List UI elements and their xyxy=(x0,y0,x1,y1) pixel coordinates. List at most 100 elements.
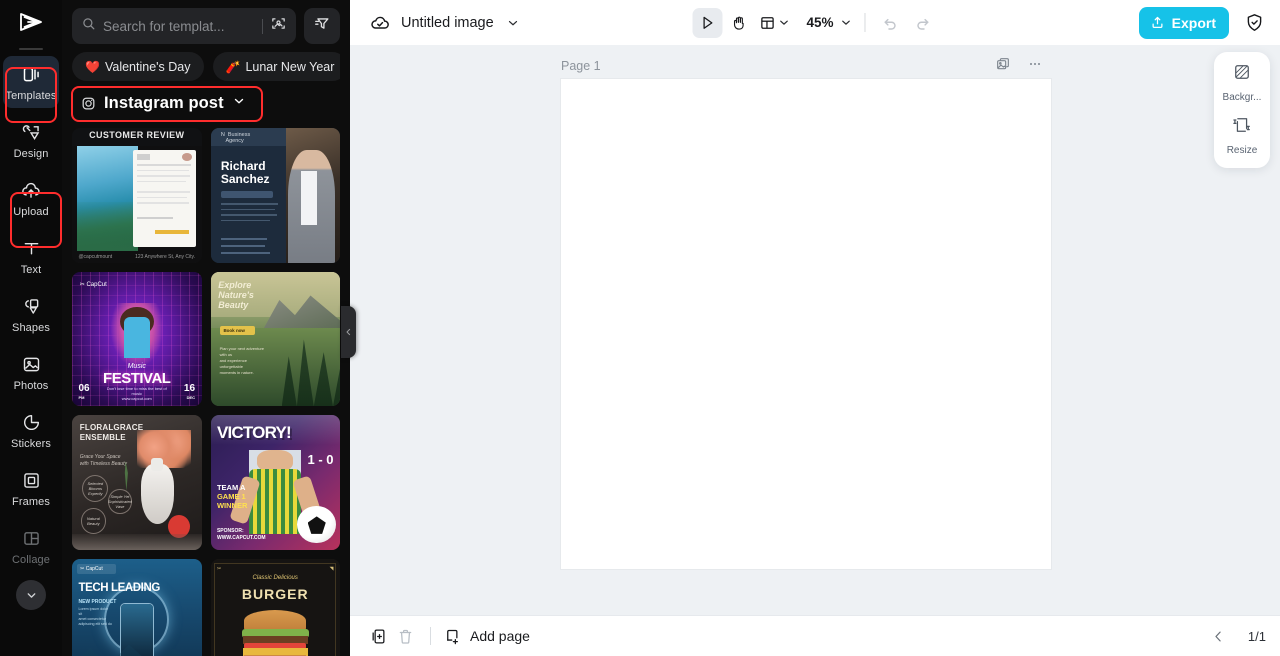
document-menu-button[interactable] xyxy=(504,14,522,32)
design-icon xyxy=(20,121,42,143)
category-chips: ❤️ Valentine's Day 🧨 Lunar New Year xyxy=(72,52,340,81)
redo-button[interactable] xyxy=(908,8,938,38)
hand-tool-button[interactable] xyxy=(724,8,754,38)
add-page-button[interactable]: Add page xyxy=(443,627,530,646)
export-button[interactable]: Export xyxy=(1138,6,1229,39)
category-dropdown[interactable]: Instagram post xyxy=(74,90,254,117)
capcut-logo-icon[interactable] xyxy=(0,0,62,44)
page-canvas[interactable] xyxy=(561,79,1051,569)
sidebar-item-collage[interactable]: Collage xyxy=(3,520,59,572)
instagram-icon xyxy=(80,96,96,112)
duplicate-page-button-bottom[interactable] xyxy=(366,623,392,649)
sidebar-item-photos[interactable]: Photos xyxy=(3,346,59,398)
sidebar-item-shapes[interactable]: Shapes xyxy=(3,288,59,340)
page-tools xyxy=(994,55,1044,73)
sidebar-item-design[interactable]: Design xyxy=(3,114,59,166)
duplicate-icon xyxy=(997,58,1009,70)
more-horizontal-icon xyxy=(1030,63,1040,65)
chevron-left-icon xyxy=(1215,631,1222,641)
sidebar-collapse-button[interactable] xyxy=(16,580,46,610)
dock-item-label: Resize xyxy=(1226,145,1258,156)
firecracker-icon: 🧨 xyxy=(225,59,241,74)
chevron-down-icon xyxy=(27,592,35,598)
template-card-tech-leading[interactable]: ✂ CapCut TECH LEADING NEW PRODUCT Lorem … xyxy=(72,559,202,656)
top-toolbar: Untitled image 45% Export xyxy=(350,0,1280,45)
sidebar-item-label: Design xyxy=(13,148,49,160)
add-page-icon xyxy=(447,629,458,644)
toolbar-divider xyxy=(864,13,866,32)
heart-icon: ❤️ xyxy=(85,59,100,74)
chevron-down-icon xyxy=(842,20,850,25)
template-card-music-festival[interactable]: ✂ CapCut Music FESTIVAL 06 PM 16 DEC Don't… xyxy=(72,271,202,407)
template-card-explore-nature[interactable]: Explore Nature's Beauty Book now Plan your… xyxy=(210,271,340,407)
redo-icon xyxy=(917,18,929,30)
sidebar-divider xyxy=(19,48,43,50)
template-card-victory[interactable]: VICTORY! 1 - 0 TEAM A GAME 1 WINNER SPONS… xyxy=(210,415,340,551)
sidebar-item-label: Shapes xyxy=(12,322,50,334)
layout-tool-button[interactable] xyxy=(756,14,792,32)
sidebar-item-stickers[interactable]: Stickers xyxy=(3,404,59,456)
sidebar-item-label: Collage xyxy=(11,554,50,566)
delete-page-button[interactable] xyxy=(392,623,418,649)
panel-collapse-handle[interactable] xyxy=(341,306,356,358)
chip-lunar-new-year[interactable]: 🧨 Lunar New Year xyxy=(212,52,340,81)
main-area: Untitled image 45% Export Page 1 Backgr.… xyxy=(350,0,1280,656)
canvas-area[interactable]: Page 1 Backgr... Resize xyxy=(350,45,1280,615)
undo-icon xyxy=(884,18,896,30)
toolbar-right: Export xyxy=(1138,6,1269,39)
resize-icon xyxy=(1232,115,1252,140)
sidebar-item-label: Stickers xyxy=(11,438,51,450)
sidebar-item-label: Text xyxy=(20,264,42,276)
hand-icon xyxy=(733,16,744,30)
chevron-down-icon xyxy=(780,20,788,25)
toolbar-center-tools: 45% xyxy=(692,7,938,38)
upload-cloud-icon xyxy=(20,179,42,201)
filter-button[interactable] xyxy=(304,8,340,44)
search-icon xyxy=(81,16,96,36)
sidebar-item-label: Photos xyxy=(13,380,49,392)
template-card-burger[interactable]: ✂ ◥ Classic Delicious BURGER www.capcut.… xyxy=(210,559,340,656)
dock-item-background[interactable]: Backgr... xyxy=(1214,62,1270,103)
sidebar-item-label: Frames xyxy=(12,496,50,508)
dock-item-label: Backgr... xyxy=(1222,92,1262,103)
bottom-divider xyxy=(430,627,431,645)
zoom-level-value: 45% xyxy=(806,15,834,30)
collage-icon xyxy=(20,527,42,549)
upload-share-icon xyxy=(1152,16,1163,28)
zoom-control[interactable]: 45% xyxy=(794,15,854,30)
template-card-customer-review[interactable]: CUSTOMER REVIEW @capcutmount 123 Anywher… xyxy=(72,128,202,263)
sidebar-item-templates[interactable]: Templates xyxy=(3,56,59,108)
security-button[interactable] xyxy=(1239,8,1269,38)
left-sidebar: Templates Design Upload Text Shapes Phot… xyxy=(0,0,62,656)
search-row: Search for templat... xyxy=(72,8,340,44)
sidebar-item-upload[interactable]: Upload xyxy=(3,172,59,224)
dock-item-resize[interactable]: Resize xyxy=(1214,115,1270,156)
chip-label: Valentine's Day xyxy=(104,59,191,74)
search-divider xyxy=(262,18,263,34)
document-chip: Untitled image xyxy=(368,11,522,34)
shapes-icon xyxy=(20,295,42,317)
previous-page-button[interactable] xyxy=(1206,623,1232,649)
category-row: Instagram post xyxy=(71,86,340,122)
page-more-options-button[interactable] xyxy=(1026,55,1044,73)
sidebar-item-frames[interactable]: Frames xyxy=(3,462,59,514)
stickers-icon xyxy=(20,411,42,433)
export-label: Export xyxy=(1171,14,1216,31)
templates-grid-scroll[interactable]: CUSTOMER REVIEW @capcutmount 123 Anywher… xyxy=(62,128,350,656)
document-title[interactable]: Untitled image xyxy=(401,15,494,31)
select-tool-button[interactable] xyxy=(692,7,723,38)
template-card-floralgrace[interactable]: FLORALGRACE ENSEMBLE Grace Your Space with… xyxy=(72,415,202,551)
sidebar-item-text[interactable]: Text xyxy=(3,230,59,282)
template-card-richard-sanchez[interactable]: N Business Agency Richard Sanchez xyxy=(210,128,340,263)
duplicate-page-button[interactable] xyxy=(994,55,1012,73)
chip-valentines-day[interactable]: ❤️ Valentine's Day xyxy=(72,52,204,81)
search-input[interactable]: Search for templat... xyxy=(72,8,296,44)
trash-icon xyxy=(399,629,411,644)
text-icon xyxy=(20,237,42,259)
chevron-down-icon xyxy=(232,94,246,113)
image-search-icon[interactable] xyxy=(270,15,287,37)
chip-label: Lunar New Year xyxy=(245,59,335,74)
background-pattern-icon xyxy=(1232,62,1252,87)
undo-button[interactable] xyxy=(876,8,906,38)
panel-header: Search for templat... ❤️ Valentine's Day… xyxy=(62,0,350,122)
